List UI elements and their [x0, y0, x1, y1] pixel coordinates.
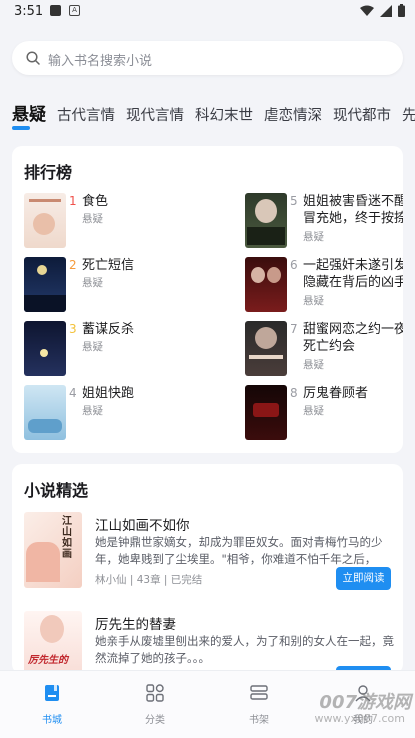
book-title: 甜蜜网恋之约一夜， — [303, 322, 403, 337]
tab-scifi[interactable]: 科幻末世 — [195, 104, 253, 125]
book-title: 死亡短信 — [82, 258, 135, 273]
book-genre: 悬疑 — [303, 295, 324, 307]
notification-a-icon: A — [69, 5, 80, 16]
ranking-card: 排行榜 1 食色 悬疑 2 死亡短信 悬疑 3 蓄谋反杀 悬疑 4 姐姐快跑 悬… — [12, 146, 403, 453]
book-cover — [245, 193, 287, 248]
cover-title: 厉先生的 — [28, 655, 68, 666]
ranking-item[interactable]: 2 死亡短信 悬疑 — [24, 257, 194, 313]
book-cover — [245, 257, 287, 312]
book-cover — [245, 321, 287, 376]
nav-categories[interactable]: 分类 — [125, 683, 185, 726]
cover-title: 江山如画 — [62, 516, 72, 560]
book-title: 姐姐被害昏迷不醒，妹妹 — [303, 194, 403, 209]
rank-number: 2 — [69, 258, 77, 272]
wifi-icon — [360, 5, 374, 16]
read-now-button[interactable]: 立即阅读 — [336, 567, 391, 590]
watermark-url: www.yx007.com — [314, 712, 405, 725]
active-tab-indicator — [12, 126, 30, 130]
book-genre: 悬疑 — [82, 213, 103, 225]
ranking-title: 排行榜 — [24, 163, 73, 182]
book-description: 她是钟鼎世家嫡女，却成为罪臣奴女。面对青梅竹马的少年，她卑贱到了尘埃里。"相爷，… — [95, 535, 383, 566]
book-title-line2: 冒充她，终于按捺不住 — [303, 211, 403, 226]
featured-item[interactable]: 江山如画 江山如画不如你 她是钟鼎世家嫡女，却成为罪臣奴女。面对青梅竹马的少年，… — [24, 512, 394, 594]
tab-modern-romance[interactable]: 现代言情 — [126, 104, 184, 125]
rank-number: 5 — [290, 194, 298, 208]
book-title-line2: 死亡约会 — [303, 339, 356, 354]
book-cover — [245, 385, 287, 440]
ranking-item[interactable]: 8 厉鬼眷顾者 悬疑 — [245, 385, 403, 441]
nav-label: 书架 — [249, 715, 269, 726]
book-genre: 悬疑 — [82, 277, 103, 289]
book-genre: 悬疑 — [303, 231, 324, 243]
signal-icon — [380, 4, 392, 17]
book-cover — [24, 385, 66, 440]
ranking-item[interactable]: 7 甜蜜网恋之约一夜， 死亡约会 悬疑 — [245, 321, 403, 377]
ranking-item[interactable]: 6 一起强奸未遂引发的， 隐藏在背后的凶手 悬疑 — [245, 257, 403, 313]
watermark-logo: 007游戏网 — [319, 692, 411, 713]
ranking-item[interactable]: 4 姐姐快跑 悬疑 — [24, 385, 194, 441]
ranking-item[interactable]: 5 姐姐被害昏迷不醒，妹妹 冒充她，终于按捺不住 悬疑 — [245, 193, 403, 249]
rank-number: 1 — [69, 194, 77, 208]
rank-number: 6 — [290, 258, 298, 272]
book-cover: 江山如画 — [24, 512, 82, 588]
book-cover — [24, 321, 66, 376]
rank-number: 7 — [290, 322, 298, 336]
book-description: 她亲手从废墟里刨出来的爱人，为了和别的女人在一起，竟然流掉了她的孩子。。。 — [95, 634, 394, 665]
book-title: 姐姐快跑 — [82, 386, 135, 401]
book-genre: 悬疑 — [82, 405, 103, 417]
grid-icon — [146, 684, 164, 702]
search-placeholder: 输入书名搜索小说 — [48, 54, 153, 69]
category-tabs: 悬疑 古代言情 现代言情 科幻末世 虐恋情深 现代都市先 — [12, 100, 415, 130]
tab-more[interactable]: 先 — [402, 104, 415, 125]
search-icon — [26, 51, 40, 65]
search-input[interactable]: 输入书名搜索小说 — [12, 41, 403, 75]
rank-number: 4 — [69, 386, 77, 400]
book-genre: 悬疑 — [303, 405, 324, 417]
rank-number: 3 — [69, 322, 77, 336]
nav-label: 书城 — [42, 715, 62, 726]
book-title: 食色 — [82, 194, 109, 209]
book-cover: 厉先生的 — [24, 611, 82, 674]
battery-icon — [398, 4, 405, 17]
featured-card: 小说精选 江山如画 江山如画不如你 她是钟鼎世家嫡女，却成为罪臣奴女。面对青梅竹… — [12, 464, 403, 674]
nav-book-city[interactable]: 书城 — [22, 683, 82, 726]
book-genre: 悬疑 — [303, 359, 324, 371]
featured-title: 小说精选 — [24, 481, 89, 500]
ranking-item[interactable]: 1 食色 悬疑 — [24, 193, 194, 249]
tab-modern-urban[interactable]: 现代都市 — [333, 104, 391, 125]
tab-angst-romance[interactable]: 虐恋情深 — [264, 104, 322, 125]
status-time: 3:51 — [14, 4, 44, 19]
book-title-line2: 隐藏在背后的凶手 — [303, 275, 403, 290]
tab-ancient-romance[interactable]: 古代言情 — [57, 104, 115, 125]
bookshelf-icon — [250, 685, 268, 700]
book-title: 一起强奸未遂引发的， — [303, 258, 403, 273]
book-title: 厉鬼眷顾者 — [303, 386, 369, 401]
book-cover — [24, 257, 66, 312]
book-cover — [24, 193, 66, 248]
notification-icon — [50, 5, 61, 16]
book-meta: 林小仙 | 43章 | 已完结 — [95, 574, 203, 586]
featured-item[interactable]: 厉先生的 厉先生的替妻 她亲手从废墟里刨出来的爱人，为了和别的女人在一起，竟然流… — [24, 611, 394, 674]
book-title: 厉先生的替妻 — [95, 617, 176, 633]
book-title: 江山如画不如你 — [95, 518, 190, 534]
nav-bookshelf[interactable]: 书架 — [229, 683, 289, 726]
book-title: 蓄谋反杀 — [82, 322, 135, 337]
nav-label: 分类 — [145, 715, 165, 726]
status-bar: 3:51 A — [0, 0, 415, 26]
tab-suspense[interactable]: 悬疑 — [12, 100, 46, 130]
ranking-item[interactable]: 3 蓄谋反杀 悬疑 — [24, 321, 194, 377]
book-genre: 悬疑 — [82, 341, 103, 353]
rank-number: 8 — [290, 386, 298, 400]
book-city-icon — [45, 685, 59, 701]
